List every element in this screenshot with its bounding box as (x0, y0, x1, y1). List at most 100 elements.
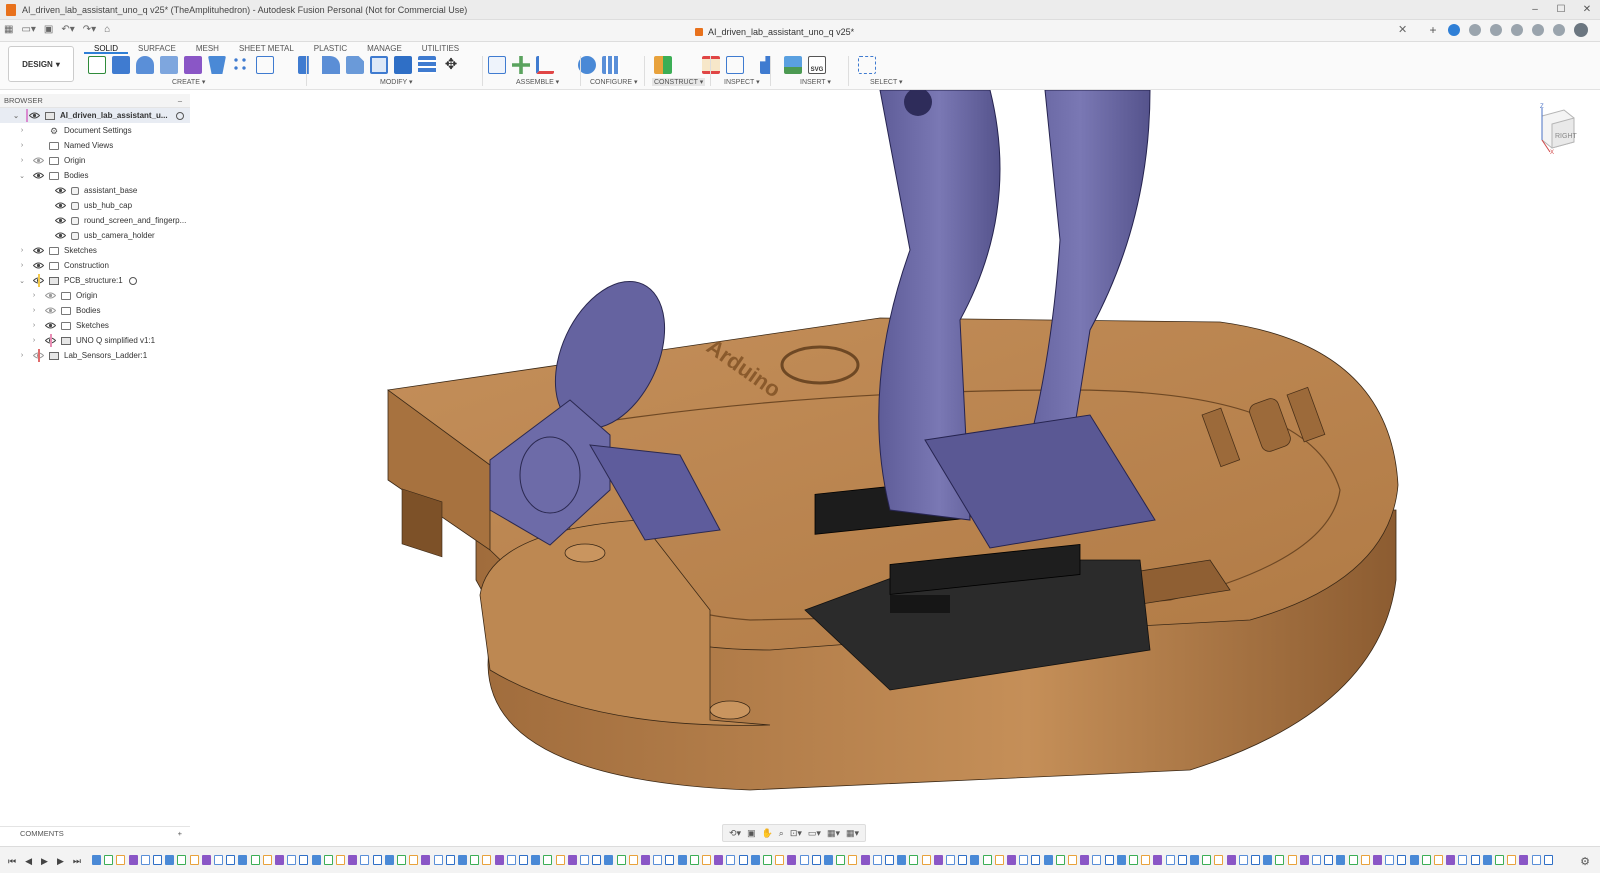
timeline-feature-icon[interactable] (1190, 855, 1199, 865)
timeline-feature-icon[interactable] (580, 855, 589, 865)
timeline-feature-icon[interactable] (1031, 855, 1041, 865)
visibility-eye-icon[interactable] (44, 307, 56, 315)
browser-item[interactable]: › Construction (0, 258, 190, 273)
timeline-feature-icon[interactable] (1104, 855, 1114, 865)
add-comment-icon[interactable]: + (178, 829, 182, 838)
timeline-feature-icon[interactable] (689, 855, 699, 865)
timeline-feature-icon[interactable] (189, 855, 199, 865)
timeline-feature-icon[interactable] (250, 855, 260, 865)
canvas-icon[interactable] (784, 56, 802, 74)
insert-svg-icon[interactable]: SVG (808, 56, 826, 74)
visibility-eye-icon[interactable] (54, 217, 66, 225)
tab-manage[interactable]: MANAGE (357, 42, 412, 54)
timeline-feature-icon[interactable] (726, 855, 736, 865)
timeline-feature-icon[interactable] (470, 855, 480, 865)
insert-derive-icon[interactable] (760, 56, 771, 74)
visibility-eye-icon[interactable] (32, 157, 44, 165)
timeline-feature-icon[interactable] (1495, 855, 1504, 865)
timeline-feature-icon[interactable] (482, 855, 492, 865)
timeline-feature-icon[interactable] (1312, 855, 1321, 865)
create-menu[interactable]: CREATE ▾ (172, 78, 205, 86)
redo-icon[interactable]: ↷▾ (83, 24, 96, 35)
as-built-joint-icon[interactable] (536, 56, 554, 74)
grid-settings-icon[interactable]: ▦▾ (827, 828, 840, 839)
expand-chevron-icon[interactable]: › (18, 142, 26, 149)
timeline-feature-icon[interactable] (1177, 855, 1187, 865)
timeline-feature-icon[interactable] (336, 855, 345, 865)
timeline-feature-icon[interactable] (1068, 855, 1077, 865)
timeline-feature-icon[interactable] (677, 855, 687, 865)
job-status-icon[interactable] (1469, 24, 1481, 36)
new-component-icon[interactable] (488, 56, 506, 74)
fillet-icon[interactable] (322, 56, 340, 74)
viewports-icon[interactable]: ▦▾ (846, 828, 859, 839)
timeline-feature-icon[interactable] (616, 855, 626, 865)
timeline-feature-icon[interactable] (982, 855, 992, 865)
tab-plastic[interactable]: PLASTIC (304, 42, 357, 54)
visibility-eye-icon[interactable] (44, 322, 56, 330)
timeline-feature-icon[interactable] (1519, 855, 1529, 865)
timeline-feature-icon[interactable] (1434, 855, 1443, 865)
expand-chevron-icon[interactable]: › (30, 322, 38, 329)
timeline-feature-icon[interactable] (128, 855, 138, 865)
measure-icon[interactable] (702, 56, 720, 74)
timeline-feature-icon[interactable] (567, 855, 577, 865)
revolve-icon[interactable] (136, 56, 154, 74)
timeline-feature-icon[interactable] (714, 855, 724, 865)
view-cube[interactable]: RIGHT Z X (1530, 102, 1582, 156)
timeline-feature-icon[interactable] (824, 855, 833, 865)
expand-chevron-icon[interactable]: ⌄ (18, 172, 26, 180)
data-panel-icon[interactable] (1511, 24, 1523, 36)
timeline-feature-icon[interactable] (1055, 855, 1065, 865)
timeline-settings-icon[interactable]: ⚙ (1580, 855, 1590, 868)
fit-icon[interactable]: ⊡▾ (790, 828, 802, 839)
create-sketch-icon[interactable] (88, 56, 106, 74)
timeline-feature-icon[interactable] (885, 855, 894, 865)
timeline-feature-icon[interactable] (1141, 855, 1151, 865)
timeline-feature-icon[interactable] (311, 855, 321, 865)
timeline-feature-icon[interactable] (1287, 855, 1297, 865)
visibility-eye-icon[interactable] (54, 232, 66, 240)
timeline-feature-icon[interactable] (92, 855, 101, 865)
browser-item[interactable]: assistant_base (0, 183, 190, 198)
timeline-feature-icon[interactable] (409, 855, 419, 865)
timeline-feature-icon[interactable] (165, 855, 175, 865)
timeline-feature-icon[interactable] (1214, 855, 1224, 865)
minimize-button[interactable]: – (1522, 0, 1548, 20)
combine-icon[interactable] (394, 56, 412, 74)
timeline-feature-icon[interactable] (287, 855, 297, 865)
browser-item[interactable]: › UNO Q simplified v1:1 (0, 333, 190, 348)
timeline-feature-icon[interactable] (933, 855, 943, 865)
activate-radio-icon[interactable] (175, 111, 184, 120)
assemble-menu[interactable]: ASSEMBLE ▾ (516, 78, 559, 86)
timeline-feature-icon[interactable] (1336, 855, 1346, 865)
play-icon[interactable]: ▶ (41, 856, 48, 867)
close-tab-icon[interactable]: ✕ (1398, 23, 1407, 36)
close-window-button[interactable]: ✕ (1574, 0, 1600, 20)
joint-icon[interactable] (512, 56, 530, 74)
activate-radio-icon[interactable] (128, 276, 137, 285)
timeline-feature-icon[interactable] (1007, 855, 1016, 865)
visibility-eye-icon[interactable] (32, 247, 44, 255)
home-icon[interactable]: ⌂ (104, 24, 110, 35)
configure-menu[interactable]: CONFIGURE ▾ (590, 78, 637, 86)
timeline-feature-icon[interactable] (592, 855, 602, 865)
chamfer-icon[interactable] (346, 56, 364, 74)
move-icon[interactable]: ✥ (442, 56, 460, 74)
browser-item[interactable]: ⌄ Bodies (0, 168, 190, 183)
new-tab-icon[interactable]: + (1427, 24, 1439, 36)
go-to-start-icon[interactable]: ⏮ (8, 856, 16, 867)
help-icon[interactable] (1553, 24, 1565, 36)
timeline-feature-icon[interactable] (811, 855, 821, 865)
timeline-feature-icon[interactable] (201, 855, 211, 865)
timeline-feature-icon[interactable] (1397, 855, 1407, 865)
tab-utilities[interactable]: UTILITIES (412, 42, 469, 54)
undo-icon[interactable]: ↶▾ (61, 24, 74, 35)
timeline-feature-icon[interactable] (860, 855, 870, 865)
timeline-feature-icon[interactable] (848, 855, 858, 865)
timeline-feature-icon[interactable] (897, 855, 907, 865)
timeline-feature-icon[interactable] (994, 855, 1004, 865)
select-icon[interactable] (858, 56, 876, 74)
timeline-feature-icon[interactable] (665, 855, 675, 865)
browser-item[interactable]: › Sketches (0, 243, 190, 258)
